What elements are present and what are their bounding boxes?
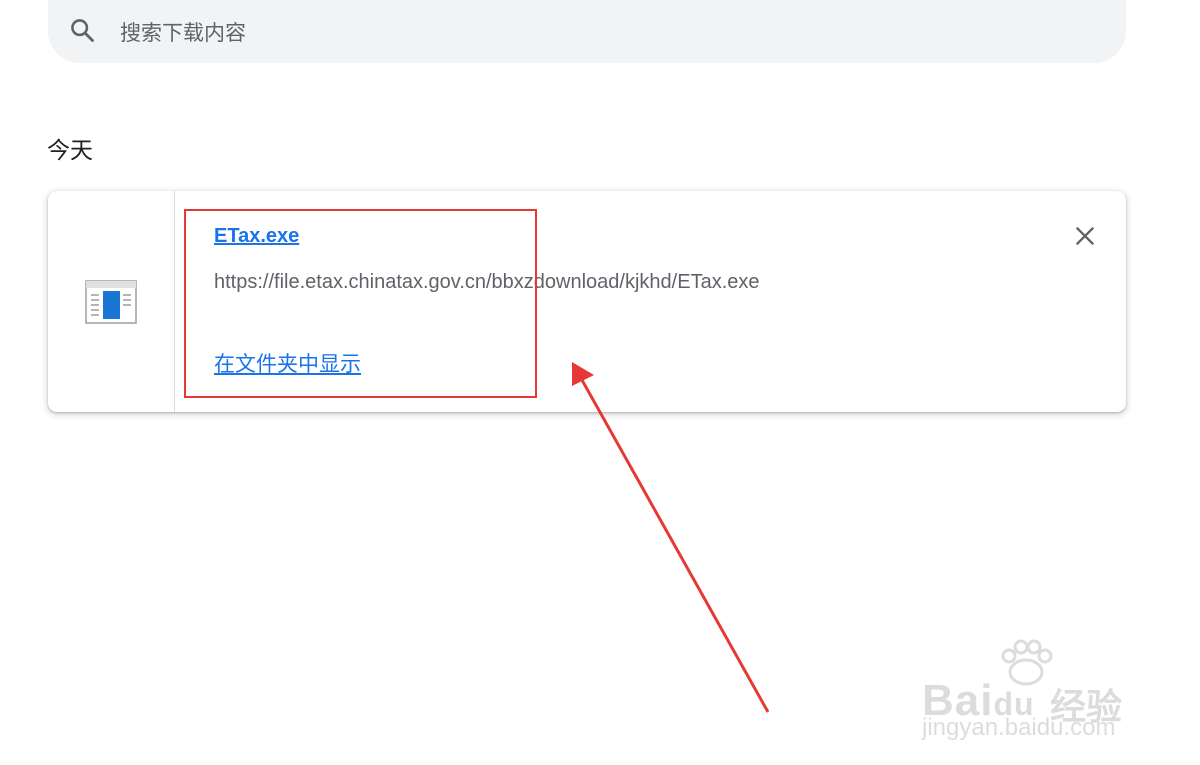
search-bar[interactable]: 搜索下载内容 [48,0,1126,63]
file-icon-column [48,191,175,412]
watermark-url: jingyan.baidu.com [922,714,1116,741]
baidu-jingyan-watermark: Baidu 经验 jingyan.baidu.com [918,638,1138,748]
app-window-icon [85,280,137,324]
annotation-highlight-box [184,209,537,398]
section-title-today: 今天 [47,137,93,163]
close-icon[interactable] [1072,223,1098,249]
search-icon [71,19,94,42]
search-input[interactable]: 搜索下载内容 [120,17,246,47]
